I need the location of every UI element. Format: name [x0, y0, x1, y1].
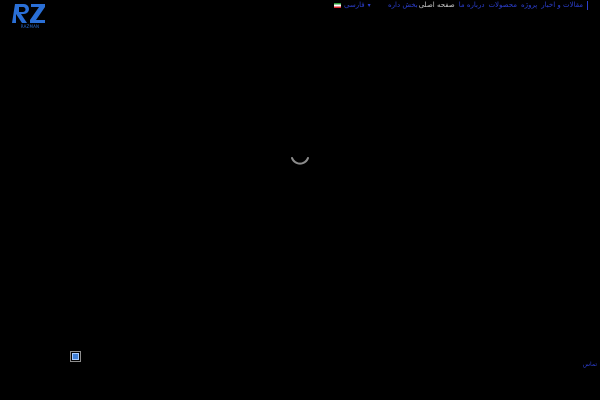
top-navigation: صفحه اصلی درباره ما محصولات پروژه مقالات…: [419, 0, 588, 10]
nav-item-about[interactable]: درباره ما: [459, 0, 485, 10]
footer-contact-link[interactable]: تماس: [583, 361, 597, 368]
nav-item-home[interactable]: صفحه اصلی: [419, 0, 455, 10]
logo-caption: RAZMAN: [20, 24, 40, 29]
nav-item-articles[interactable]: مقالات و اخبار: [541, 0, 583, 10]
nav-item-project[interactable]: پروژه: [521, 0, 537, 10]
rz-logo-icon: [12, 1, 48, 25]
language-switcher[interactable]: ▾ فارسی: [334, 0, 371, 10]
language-label[interactable]: فارسی: [344, 1, 365, 9]
nav-divider: [587, 0, 588, 10]
loading-spinner-icon: [291, 157, 309, 165]
chevron-down-icon[interactable]: ▾: [368, 2, 371, 9]
site-logo[interactable]: RAZMAN: [12, 1, 48, 31]
nav-item-products[interactable]: محصولات: [488, 0, 517, 10]
page: RAZMAN ▾ فارسی بخش داره صفحه اصلی درباره…: [0, 0, 600, 400]
account-link[interactable]: بخش داره: [388, 0, 418, 10]
iran-flag-icon: [334, 2, 341, 8]
chat-icon: [72, 353, 79, 360]
chat-button[interactable]: [70, 351, 81, 362]
